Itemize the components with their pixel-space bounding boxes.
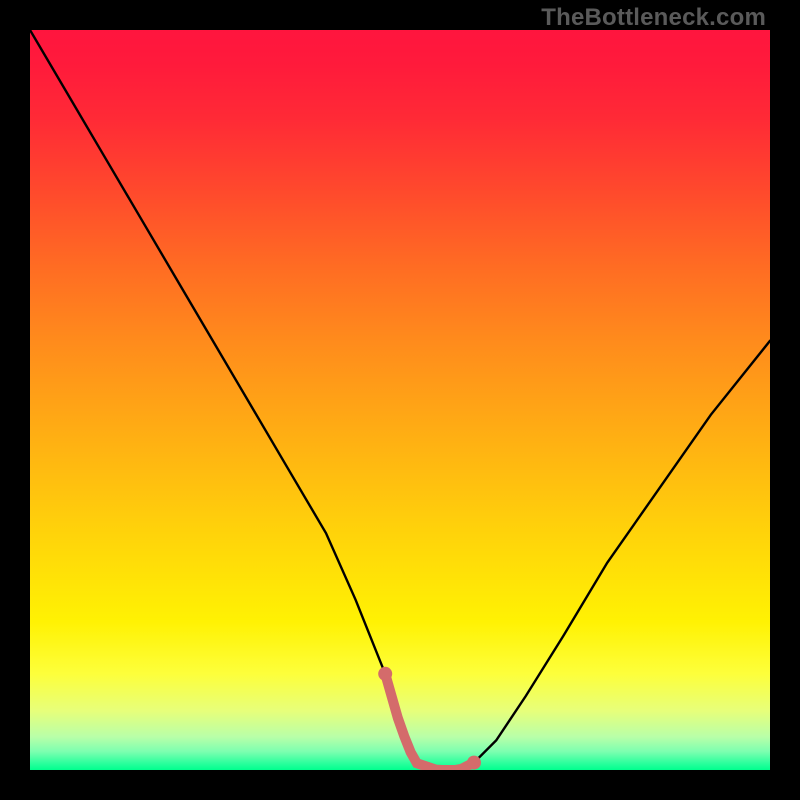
chart-frame: TheBottleneck.com — [0, 0, 800, 800]
plot-area — [30, 30, 770, 770]
watermark-text: TheBottleneck.com — [541, 4, 766, 32]
bottom-marker-dot-left — [378, 667, 392, 681]
curve-layer — [30, 30, 770, 770]
bottom-marker-dot-right — [467, 756, 481, 770]
bottleneck-curve — [30, 30, 770, 770]
bottom-marker — [385, 674, 474, 770]
